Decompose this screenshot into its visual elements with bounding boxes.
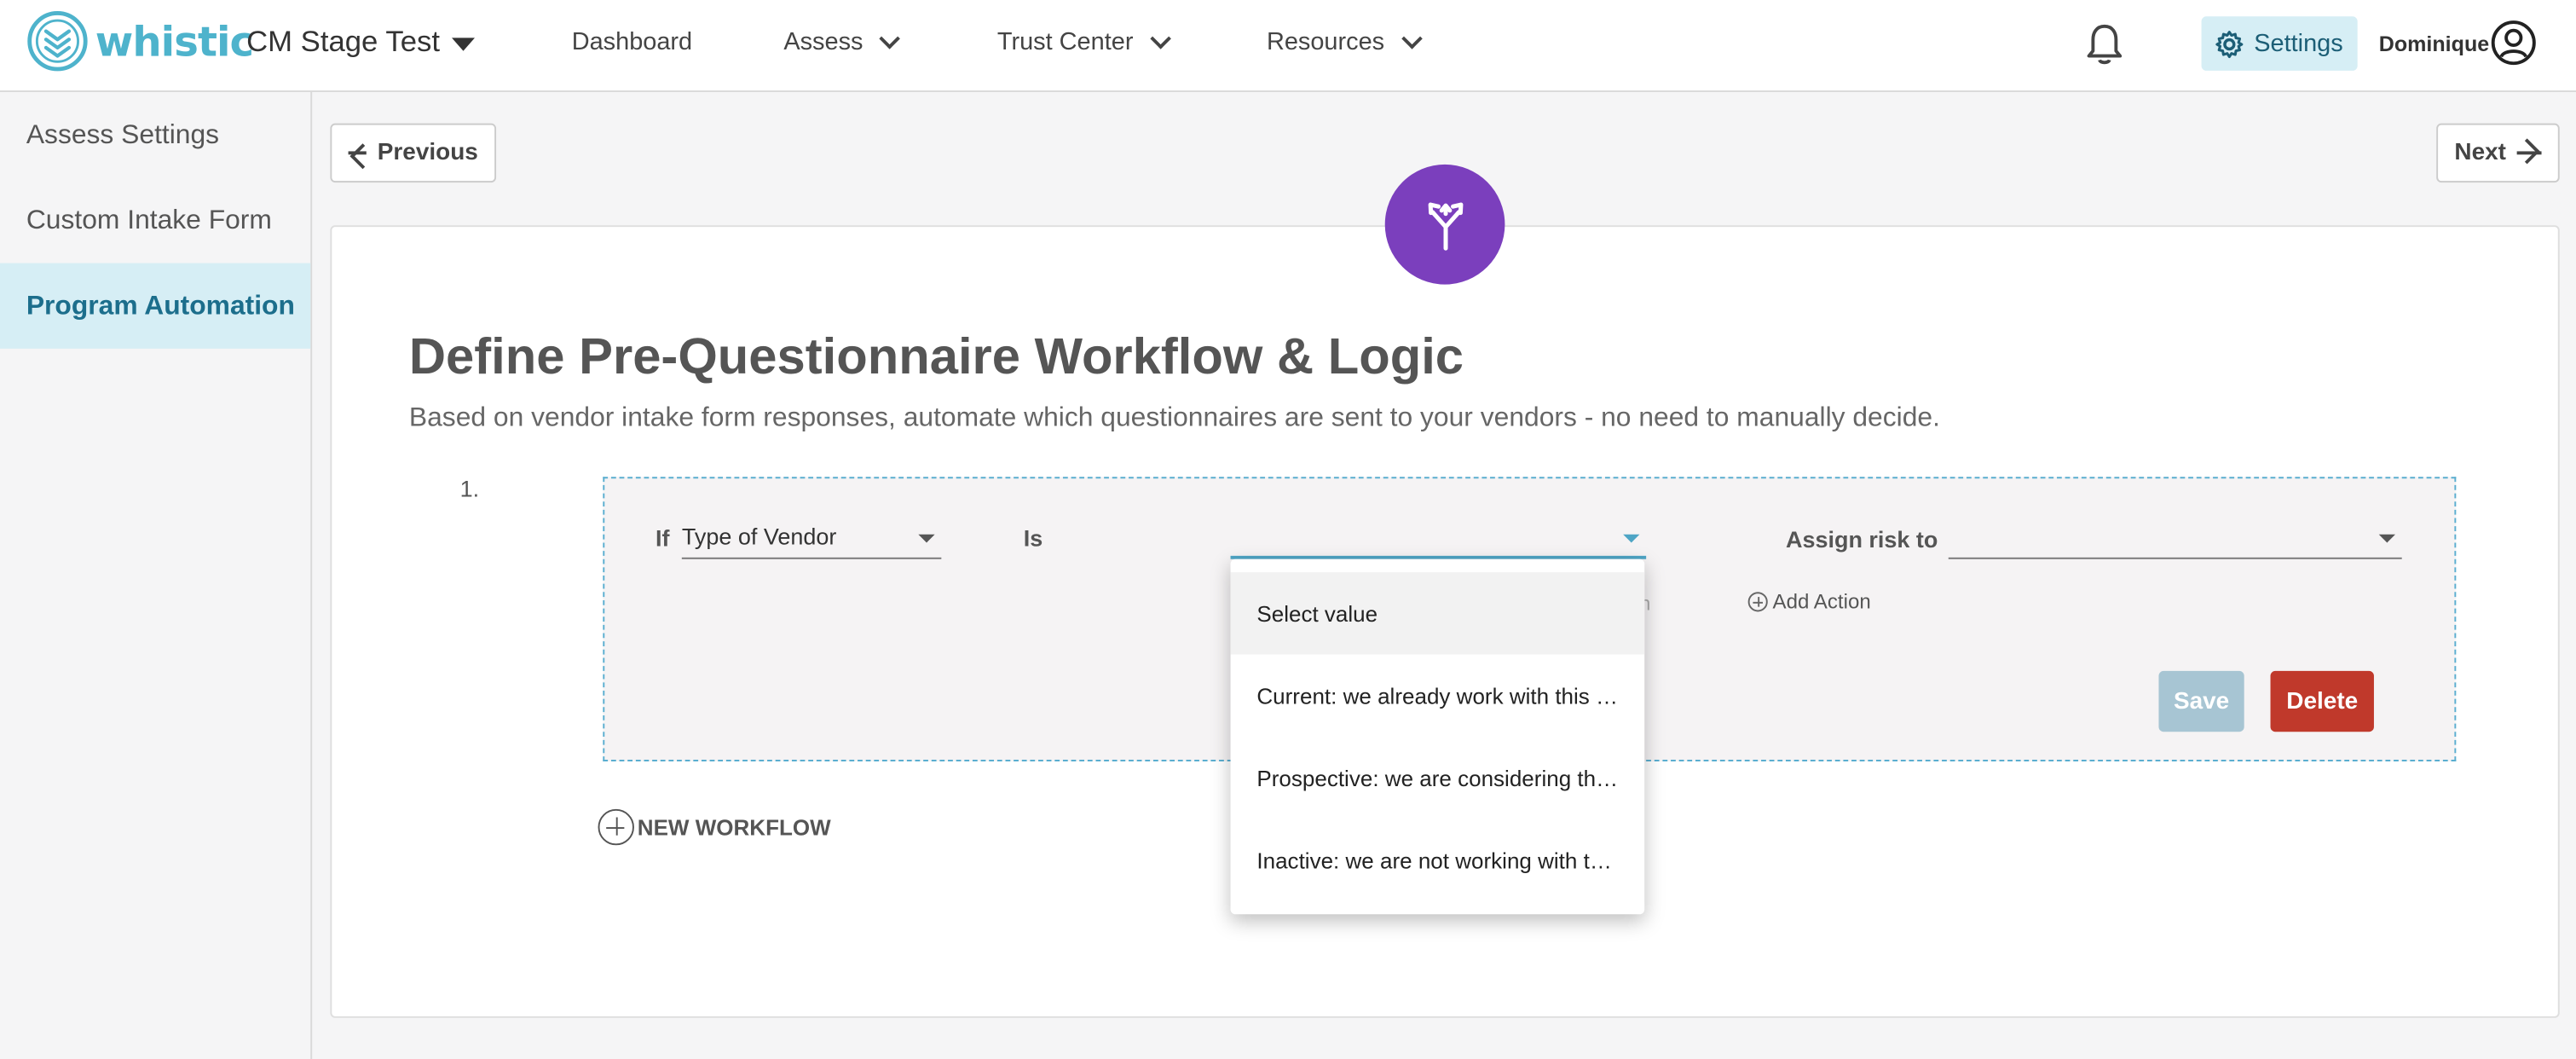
dropdown-option[interactable]: Current: we already work with this vendo… — [1231, 655, 1645, 737]
sidebar: Assess Settings Custom Intake Form Progr… — [0, 92, 313, 1059]
is-label: Is — [1023, 524, 1043, 552]
caret-down-icon — [2378, 534, 2396, 543]
logo[interactable]: whistic — [26, 10, 254, 72]
gear-icon — [2215, 30, 2244, 58]
page-subtitle: Based on vendor intake form responses, a… — [408, 402, 1940, 433]
org-name: CM Stage Test — [246, 24, 441, 58]
nav-dashboard[interactable]: Dashboard — [572, 28, 692, 56]
page-title: Define Pre-Questionnaire Workflow & Logi… — [408, 327, 1464, 385]
next-label: Next — [2454, 139, 2506, 166]
if-label: If — [655, 524, 670, 552]
whistic-logo-icon — [27, 11, 88, 72]
save-button[interactable]: Save — [2158, 670, 2244, 732]
nav-resources-label: Resources — [1266, 27, 1385, 56]
sidebar-item-program-automation[interactable]: Program Automation — [0, 263, 311, 349]
plus-circle-icon — [598, 808, 634, 846]
caret-down-icon — [451, 37, 475, 50]
chevron-down-icon — [1401, 27, 1423, 49]
workflow-number: 1. — [459, 475, 480, 502]
dropdown-option[interactable]: Prospective: we are considering this ven… — [1231, 737, 1645, 819]
new-workflow-label: NEW WORKFLOW — [637, 814, 831, 840]
caret-down-icon — [1623, 534, 1640, 543]
plus-circle-icon — [1747, 592, 1768, 612]
sidebar-item-custom-intake-form[interactable]: Custom Intake Form — [0, 177, 310, 263]
arrow-left-icon — [348, 151, 367, 155]
notification-bell-icon[interactable] — [2083, 21, 2126, 67]
add-action-label: Add Action — [1772, 590, 1871, 614]
delete-button[interactable]: Delete — [2270, 670, 2374, 732]
nav-assess[interactable]: Assess — [783, 27, 901, 56]
settings-label: Settings — [2254, 29, 2343, 58]
workflow-badge — [1384, 164, 1505, 285]
user-name[interactable]: Dominique — [2379, 32, 2489, 56]
sidebar-item-label: Program Automation — [26, 290, 295, 321]
dropdown-option-label: Select value — [1256, 600, 1378, 626]
assign-risk-label: Assign risk to — [1785, 526, 1938, 553]
logo-text: whistic — [95, 17, 254, 66]
field-select-value: Type of Vendor — [681, 523, 837, 550]
nav-dashboard-label: Dashboard — [571, 27, 693, 56]
previous-button[interactable]: Previous — [330, 123, 497, 183]
top-navigation: whistic CM Stage Test Dashboard Assess T… — [0, 0, 2576, 93]
dropdown-option[interactable]: Inactive: we are not working with this v… — [1231, 819, 1645, 900]
nav-trust-center-label: Trust Center — [996, 27, 1134, 56]
avatar-icon[interactable] — [2491, 20, 2537, 66]
dropdown-option-label: Current: we already work with this vendo… — [1256, 683, 1621, 709]
previous-label: Previous — [377, 139, 478, 166]
dropdown-option-label: Inactive: we are not working with this v… — [1256, 848, 1621, 873]
dropdown-option[interactable]: Select value — [1230, 572, 1645, 655]
dropdown-option-label: Prospective: we are considering this ven… — [1256, 765, 1621, 790]
nav-assess-label: Assess — [783, 27, 863, 56]
sidebar-item-label: Custom Intake Form — [26, 205, 272, 234]
field-select[interactable]: Type of Vendor — [681, 519, 942, 559]
org-switcher[interactable]: CM Stage Test — [246, 24, 475, 60]
assign-risk-select[interactable] — [1948, 519, 2402, 559]
new-workflow-button[interactable]: NEW WORKFLOW — [598, 808, 831, 846]
chevron-down-icon — [1150, 27, 1171, 49]
caret-down-icon — [918, 534, 935, 543]
nav-resources[interactable]: Resources — [1266, 27, 1423, 56]
chevron-down-icon — [880, 27, 901, 49]
sidebar-item-label: Assess Settings — [26, 119, 220, 149]
branch-split-icon — [1427, 201, 1463, 250]
next-button[interactable]: Next — [2436, 123, 2560, 183]
sidebar-item-assess-settings[interactable]: Assess Settings — [0, 92, 310, 177]
settings-button[interactable]: Settings — [2201, 16, 2358, 71]
add-action-link[interactable]: Add Action — [1747, 590, 1871, 614]
value-dropdown-menu: Select value Current: we already work wi… — [1230, 558, 1645, 915]
nav-trust-center[interactable]: Trust Center — [996, 27, 1171, 56]
arrow-right-icon — [2517, 151, 2542, 155]
value-select[interactable] — [1230, 519, 1647, 559]
